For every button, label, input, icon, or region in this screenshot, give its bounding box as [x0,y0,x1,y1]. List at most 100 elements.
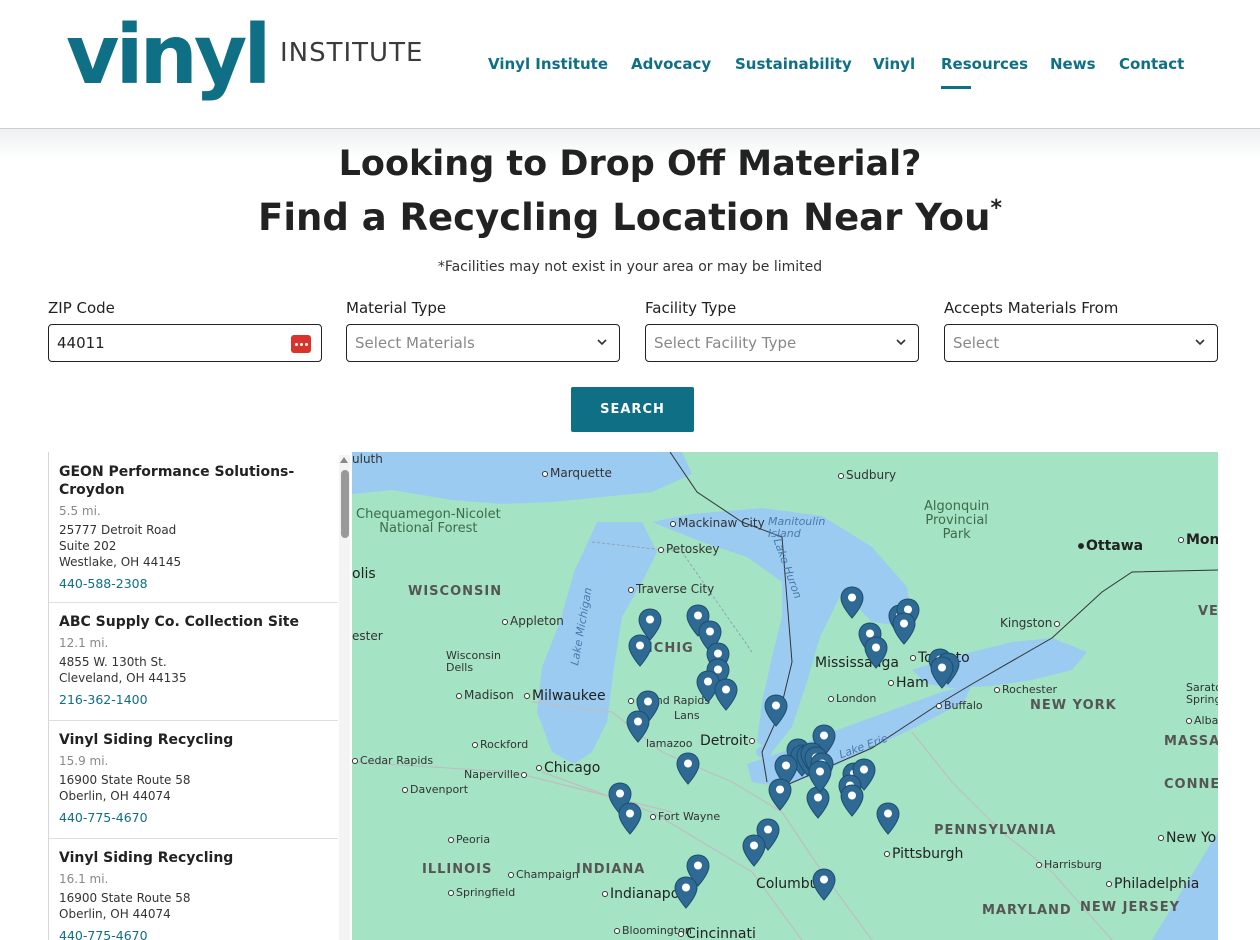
map-label-petoskey: Petoskey [658,542,720,556]
nav-vinyl-institute[interactable]: Vinyl Institute [488,55,608,73]
title-asterisk: * [990,196,1002,221]
map-pin-icon[interactable] [626,710,650,743]
result-phone-link[interactable]: 440-775-4670 [59,928,338,940]
map-label-pennsylvania: PENNSYLVANIA [934,823,1057,838]
map-label-text: Rockford [480,738,529,751]
map-pin-icon[interactable] [628,634,652,667]
nav-resources[interactable]: Resources [941,55,1028,73]
result-item[interactable]: ABC Supply Co. Collection Site 12.1 mi. … [49,603,338,721]
city-dot-icon [1054,620,1061,627]
vinyl-institute-logo[interactable]: vinyl INSTITUTE [66,8,446,110]
map-label-text: Provincial [925,513,988,528]
map-label-text: Cedar Rapids [360,754,434,767]
result-name[interactable]: Vinyl Siding Recycling [59,849,338,867]
city-dot-icon [472,742,478,748]
map-label-text: Pittsburgh [892,846,964,862]
map-label-text: Rochester [1002,683,1057,696]
address-line: Cleveland, OH 44135 [59,671,187,685]
map-label-text: Harrisburg [1044,858,1102,871]
map-label-text: Marquette [550,466,612,480]
map-label-cincinnati: Cincinnati [678,926,756,940]
result-address: 4855 W. 130th St. Cleveland, OH 44135 [59,654,338,686]
map-label-text: Springs [1186,693,1218,706]
map-pin-icon[interactable] [764,694,788,727]
map-pin-icon[interactable] [840,784,864,817]
result-phone-link[interactable]: 440-588-2308 [59,576,338,591]
scroll-up-arrow-icon[interactable] [340,457,348,463]
map-label-text: Sudbury [846,468,897,482]
capital-dot-icon [1078,543,1084,549]
map-pin-icon[interactable] [618,802,642,835]
map-label-text: Algonquin [924,499,990,514]
map-pin-icon[interactable] [714,678,738,711]
result-item[interactable]: GEON Performance Solutions-Croydon 5.5 m… [49,452,338,603]
map-label-chicago: Chicago [536,760,600,776]
city-dot-icon [448,890,454,896]
map-pin-icon[interactable] [840,586,864,619]
nav-vinyl[interactable]: Vinyl [873,55,915,73]
zip-input[interactable]: 44011 [48,324,322,362]
site-header: vinyl INSTITUTE Vinyl Institute Advocacy… [0,0,1260,129]
map-label-text: Appleton [510,614,564,628]
nav-sustainability[interactable]: Sustainability [735,55,852,73]
map-pin-icon[interactable] [930,656,954,689]
results-list[interactable]: GEON Performance Solutions-Croydon 5.5 m… [48,452,338,940]
result-phone-link[interactable]: 216-362-1400 [59,692,338,707]
city-dot-icon [1186,718,1192,724]
map-pin-icon[interactable] [876,802,900,835]
result-address: 16900 State Route 58 Oberlin, OH 44074 [59,772,338,804]
city-dot-icon [614,928,620,934]
map-pin-icon[interactable] [864,636,888,669]
city-dot-icon [542,470,548,477]
result-item[interactable]: Vinyl Siding Recycling 15.9 mi. 16900 St… [49,721,338,839]
map-label-vermont: VERM [1198,604,1218,619]
map-label-illinois: ILLINOIS [422,862,493,877]
city-dot-icon [658,546,664,553]
result-distance: 12.1 mi. [59,636,109,650]
map-pin-icon[interactable] [892,612,916,645]
city-dot-icon [1036,862,1042,868]
material-type-select[interactable]: Select Materials [346,324,620,362]
map-pin-icon[interactable] [676,752,700,785]
map-label-new-jersey: NEW JERSEY [1080,900,1181,915]
map-label-text: Mackinaw City [678,516,765,530]
map-label-text: Milwaukee [532,688,606,704]
search-button[interactable]: SEARCH [571,387,694,432]
nav-contact[interactable]: Contact [1119,55,1184,73]
recycling-locations-map[interactable]: uluth Marquette Sudbury Chequamegon-Nico… [352,452,1218,940]
facility-type-placeholder: Select Facility Type [654,334,797,352]
nav-news[interactable]: News [1050,55,1096,73]
page-title-line2: Find a Recycling Location Near You* [0,196,1260,239]
result-name[interactable]: Vinyl Siding Recycling [59,731,338,749]
map-pin-icon[interactable] [674,876,698,909]
map-label-marquette: Marquette [542,466,612,480]
city-dot-icon [628,698,634,704]
result-phone-link[interactable]: 440-775-4670 [59,810,338,825]
address-line: Oberlin, OH 44074 [59,789,171,803]
map-label-algonquin: Algonquin Provincial Park [924,500,989,542]
result-name[interactable]: GEON Performance Solutions-Croydon [59,463,338,499]
city-dot-icon [888,680,894,686]
map-label-text: Dells [446,661,474,674]
map-label-traverse-city: Traverse City [628,582,714,596]
results-scrollbar-thumb[interactable] [341,470,349,538]
nav-advocacy[interactable]: Advocacy [631,55,711,73]
city-dot-icon [828,696,834,702]
result-item[interactable]: Vinyl Siding Recycling 16.1 mi. 16900 St… [49,839,338,940]
facility-type-select[interactable]: Select Facility Type [645,324,919,362]
map-label-lansing: Lans [674,709,700,722]
map-pin-icon[interactable] [742,834,766,867]
map-label-connecticut: CONNE [1164,777,1218,792]
map-pin-icon[interactable] [768,778,792,811]
result-name[interactable]: ABC Supply Co. Collection Site [59,613,338,631]
map-pin-icon[interactable] [808,760,832,793]
map-label-madison: Madison [456,688,514,702]
map-label-rochester-ny: Rochester [994,683,1057,696]
map-label-text: Madison [464,688,514,702]
map-label-peoria: Peoria [448,833,490,846]
city-dot-icon [936,703,942,709]
accepts-from-select[interactable]: Select [944,324,1218,362]
map-pin-icon[interactable] [812,868,836,901]
map-label-text: Springfield [456,886,516,899]
password-manager-icon[interactable] [291,335,311,353]
